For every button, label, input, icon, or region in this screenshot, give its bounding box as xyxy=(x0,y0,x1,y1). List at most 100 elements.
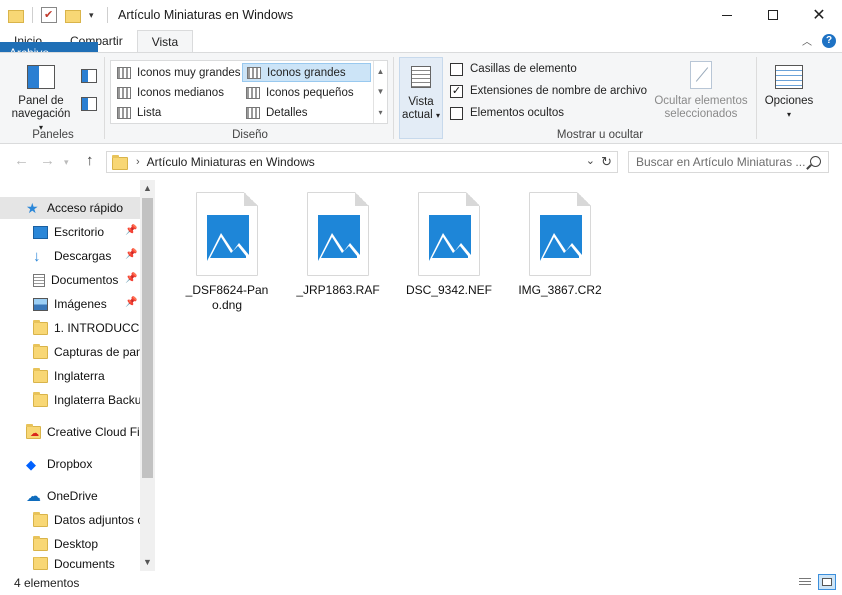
chevron-down-icon[interactable]: ▼ xyxy=(143,557,152,567)
chevron-up-icon[interactable]: ▲ xyxy=(377,67,385,76)
preview-pane-icon[interactable] xyxy=(81,69,97,83)
sidebar-item-inglaterra-backup[interactable]: Inglaterra Backu xyxy=(0,389,140,411)
file-extensions-toggle[interactable]: ✓ Extensiones de nombre de archivo xyxy=(450,82,647,100)
sidebar-item-onedrive[interactable]: ☁ OneDrive xyxy=(0,485,140,507)
forward-arrow-icon[interactable]: → xyxy=(40,152,55,169)
file-extensions-checkbox[interactable]: ✓ xyxy=(450,84,463,98)
sidebar-item-escritorio[interactable]: Escritorio xyxy=(0,221,140,243)
search-icon[interactable] xyxy=(810,156,821,167)
address-bar[interactable]: › Artículo Miniaturas en Windows ⌄ ↻ xyxy=(106,151,618,173)
sidebar-item-dropbox[interactable]: ◆ Dropbox xyxy=(0,453,140,475)
sidebar-item-imagenes[interactable]: Imágenes xyxy=(0,293,140,315)
group-label-mostrar-ocultar: Mostrar u ocultar xyxy=(556,129,644,141)
layout-extra-large-icons[interactable]: Iconos muy grandes xyxy=(113,63,241,82)
toolbar-separator xyxy=(32,7,33,23)
folder-icon xyxy=(33,367,48,383)
large-icons-icon xyxy=(247,66,261,79)
layout-medium-icons[interactable]: Iconos medianos xyxy=(113,83,241,102)
star-icon: ★ xyxy=(26,199,39,216)
close-button[interactable]: ✕ xyxy=(796,0,842,30)
tab-vista[interactable]: Vista xyxy=(136,30,194,52)
folder-icon xyxy=(8,9,24,23)
details-pane-icon[interactable] xyxy=(81,97,97,111)
recent-locations-icon[interactable]: ▾ xyxy=(64,157,69,168)
layout-small-icons[interactable]: Iconos pequeños xyxy=(242,83,371,102)
options-icon xyxy=(775,65,803,89)
collapse-ribbon-icon[interactable]: ︿ xyxy=(802,33,812,48)
address-row: ← → ▾ ↑ › Artículo Miniaturas en Windows… xyxy=(0,146,842,178)
breadcrumb-chevron-icon[interactable]: › xyxy=(136,156,140,168)
sidebar-item-documentos[interactable]: Documentos xyxy=(0,269,140,291)
properties-icon[interactable]: ✔ xyxy=(41,7,57,23)
layout-large-icons[interactable]: Iconos grandes xyxy=(242,63,371,82)
item-checkboxes-toggle[interactable]: Casillas de elemento xyxy=(450,60,577,78)
address-history-dropdown-icon[interactable]: ⌄ xyxy=(586,154,595,167)
large-icons-view-icon xyxy=(822,578,832,586)
refresh-icon[interactable]: ↻ xyxy=(601,154,612,170)
layout-gallery: Iconos muy grandes Iconos grandes Iconos… xyxy=(110,60,388,124)
hidden-items-checkbox[interactable] xyxy=(450,106,463,120)
current-view-label-2: actual ▾ xyxy=(402,109,440,121)
image-file-icon xyxy=(307,192,369,276)
sidebar-item-desktop[interactable]: Desktop xyxy=(0,533,140,555)
file-item[interactable]: _DSF8624-Pano.dng xyxy=(178,192,276,313)
folder-icon xyxy=(33,557,48,570)
sidebar-item-datos-adjuntos[interactable]: Datos adjuntos c xyxy=(0,509,140,531)
minimize-icon xyxy=(722,14,732,16)
new-folder-icon[interactable] xyxy=(65,9,81,23)
ribbon-tabs: Archivo Inicio Compartir Vista ︿ ? xyxy=(0,30,842,64)
search-input[interactable]: Buscar en Artículo Miniaturas ... xyxy=(628,151,829,173)
minimize-button[interactable] xyxy=(704,0,750,30)
hidden-items-toggle[interactable]: Elementos ocultos xyxy=(450,104,564,122)
back-arrow-icon[interactable]: ← xyxy=(14,152,29,169)
sidebar-item-capturas[interactable]: Capturas de pan xyxy=(0,341,140,363)
options-button[interactable]: Opciones ▾ xyxy=(762,61,816,121)
breadcrumb-current[interactable]: Artículo Miniaturas en Windows xyxy=(147,155,315,169)
medium-icons-icon xyxy=(117,86,131,99)
pin-icon[interactable]: 📌 xyxy=(125,249,137,260)
expand-gallery-icon[interactable]: ▾ xyxy=(378,108,382,117)
file-item[interactable]: _JRP1863.RAF xyxy=(289,192,387,298)
title-bar: ✔ ▾ Artículo Miniaturas en Windows ✕ xyxy=(0,0,842,30)
sidebar-item-creative-cloud[interactable]: ☁ Creative Cloud Fil xyxy=(0,421,140,443)
document-icon xyxy=(33,273,45,287)
layout-list[interactable]: Lista xyxy=(113,103,241,122)
sidebar-scrollbar[interactable]: ▲ ▼ xyxy=(140,180,155,571)
pin-icon[interactable]: 📌 xyxy=(125,225,137,236)
chevron-down-icon[interactable]: ▼ xyxy=(377,87,385,96)
file-item[interactable]: DSC_9342.NEF xyxy=(400,192,498,298)
item-checkboxes-checkbox[interactable] xyxy=(450,62,463,76)
file-list: _DSF8624-Pano.dng _JRP1863.RAF DSC_9342.… xyxy=(155,180,842,571)
details-view-toggle[interactable] xyxy=(796,574,814,590)
current-view-button[interactable]: Vista actual ▾ xyxy=(399,57,443,139)
group-separator xyxy=(104,57,105,139)
navigation-pane: ★ Acceso rápido Escritorio 📌 ↓ Descargas… xyxy=(0,180,155,571)
help-icon[interactable]: ? xyxy=(822,33,836,48)
pin-icon[interactable]: 📌 xyxy=(125,297,137,308)
chevron-up-icon[interactable]: ▲ xyxy=(143,183,152,193)
sidebar-item-inglaterra[interactable]: Inglaterra xyxy=(0,365,140,387)
hide-selected-icon xyxy=(690,61,712,89)
onedrive-icon: ☁ xyxy=(26,487,41,505)
folder-icon xyxy=(33,535,48,551)
sidebar-item-documents[interactable]: Documents xyxy=(0,557,140,571)
chevron-down-icon[interactable]: ▾ xyxy=(89,7,99,23)
details-view-icon xyxy=(799,578,811,586)
pin-icon[interactable]: 📌 xyxy=(125,273,137,284)
image-file-icon xyxy=(529,192,591,276)
scrollbar-thumb[interactable] xyxy=(142,198,153,478)
list-icon xyxy=(117,106,131,119)
layout-details[interactable]: Detalles xyxy=(242,103,371,122)
layout-gallery-scroll[interactable]: ▲ ▼ ▾ xyxy=(373,61,387,123)
sidebar-item-introduccion[interactable]: 1. INTRODUCCIÓ xyxy=(0,317,140,339)
sidebar-item-descargas[interactable]: ↓ Descargas xyxy=(0,245,140,267)
sidebar-item-acceso-rapido[interactable]: ★ Acceso rápido xyxy=(0,197,140,219)
navigation-pane-button[interactable]: Panel de navegación ▾ xyxy=(10,61,72,134)
maximize-button[interactable] xyxy=(750,0,796,30)
file-item[interactable]: IMG_3867.CR2 xyxy=(511,192,609,298)
item-count: 4 elementos xyxy=(14,576,80,590)
dropbox-icon: ◆ xyxy=(26,456,36,472)
hide-selected-items-button[interactable]: Ocultar elementos seleccionados xyxy=(650,61,752,121)
large-icons-view-toggle[interactable] xyxy=(818,574,836,590)
up-arrow-icon[interactable]: ↑ xyxy=(86,152,94,169)
